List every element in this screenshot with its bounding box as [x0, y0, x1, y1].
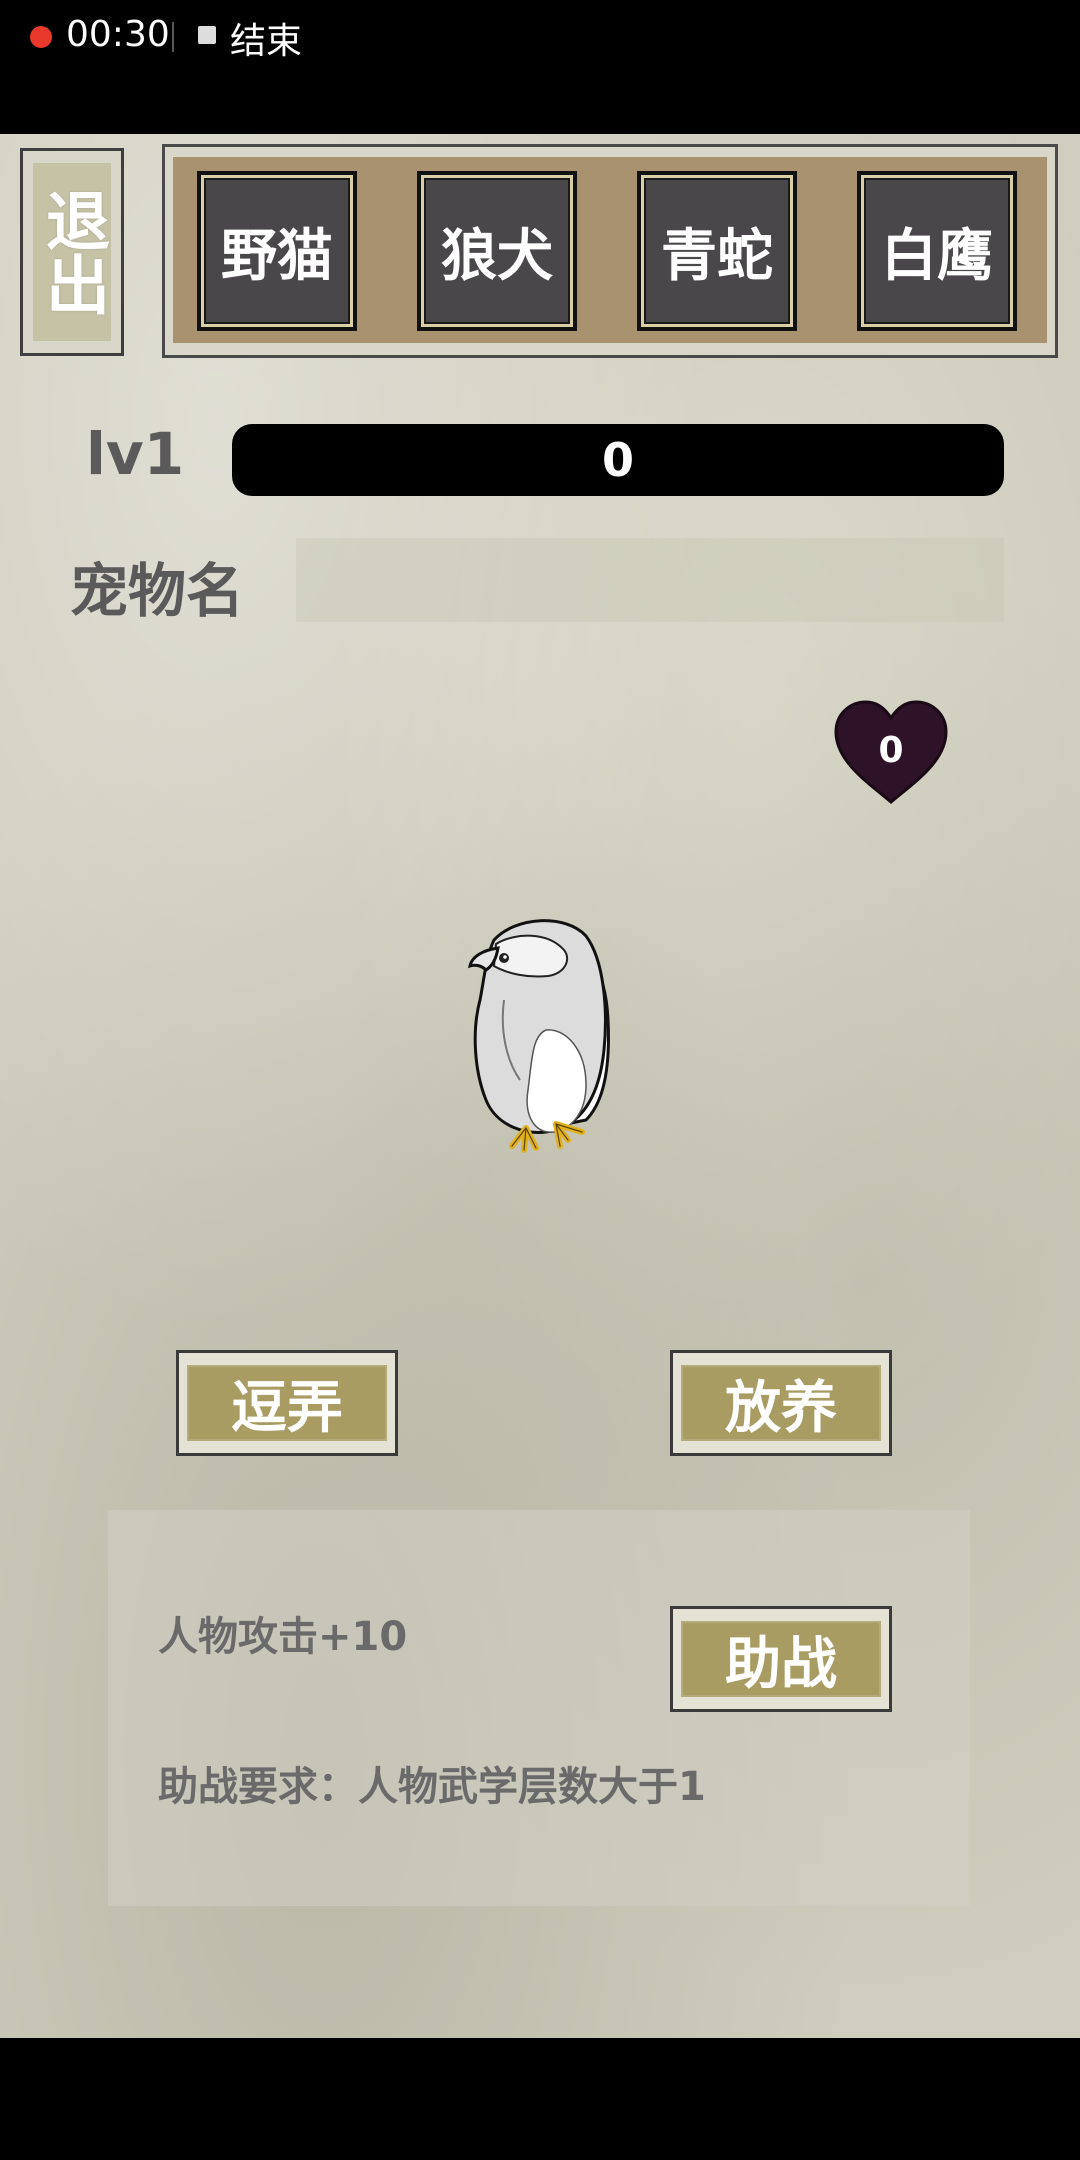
release-button[interactable]: 放养 [670, 1350, 892, 1456]
stop-icon[interactable] [198, 26, 216, 44]
pet-tab-label: 狼犬 [424, 178, 570, 324]
status-bar: 00:30 结束 [0, 0, 1080, 134]
recording-time: 00:30 [66, 14, 170, 55]
pet-tab-white-eagle[interactable]: 白鹰 [857, 171, 1017, 331]
assist-requirement-text: 助战要求：人物武学层数大于1 [158, 1764, 706, 1810]
xp-value: 0 [601, 433, 634, 487]
recording-dot-icon [30, 26, 52, 48]
pet-level: lv1 [86, 420, 185, 488]
pet-tab-label: 野猫 [204, 178, 350, 324]
status-divider [172, 22, 174, 52]
pet-tab-green-snake[interactable]: 青蛇 [637, 171, 797, 331]
white-eagle-image[interactable] [436, 910, 636, 1180]
pet-selector: 野猫 狼犬 青蛇 白鹰 [162, 144, 1058, 358]
release-label: 放养 [681, 1365, 881, 1441]
affection-value: 0 [878, 730, 904, 771]
tease-label: 逗弄 [187, 1365, 387, 1441]
pet-tab-wolfdog[interactable]: 狼犬 [417, 171, 577, 331]
end-recording-button[interactable]: 结束 [230, 12, 302, 64]
assist-button[interactable]: 助战 [670, 1606, 892, 1712]
assist-bonus-text: 人物攻击+10 [158, 1614, 408, 1660]
exit-button[interactable]: 退出 [20, 148, 124, 356]
pet-tab-label: 白鹰 [864, 178, 1010, 324]
pet-name-label: 宠物名 [70, 557, 245, 625]
tease-button[interactable]: 逗弄 [176, 1350, 398, 1456]
assist-label: 助战 [681, 1621, 881, 1697]
pet-tab-wildcat[interactable]: 野猫 [197, 171, 357, 331]
game-screen: 退出 野猫 狼犬 青蛇 白鹰 lv1 0 宠物名 0 逗弄 放养 人物攻击+10… [0, 134, 1080, 2038]
xp-bar: 0 [232, 424, 1004, 496]
exit-label: 退出 [33, 163, 111, 341]
pet-selector-frame: 野猫 狼犬 青蛇 白鹰 [173, 157, 1047, 343]
pet-name-input[interactable] [296, 538, 1004, 622]
pet-tab-label: 青蛇 [644, 178, 790, 324]
bottom-bar [0, 2038, 1080, 2160]
